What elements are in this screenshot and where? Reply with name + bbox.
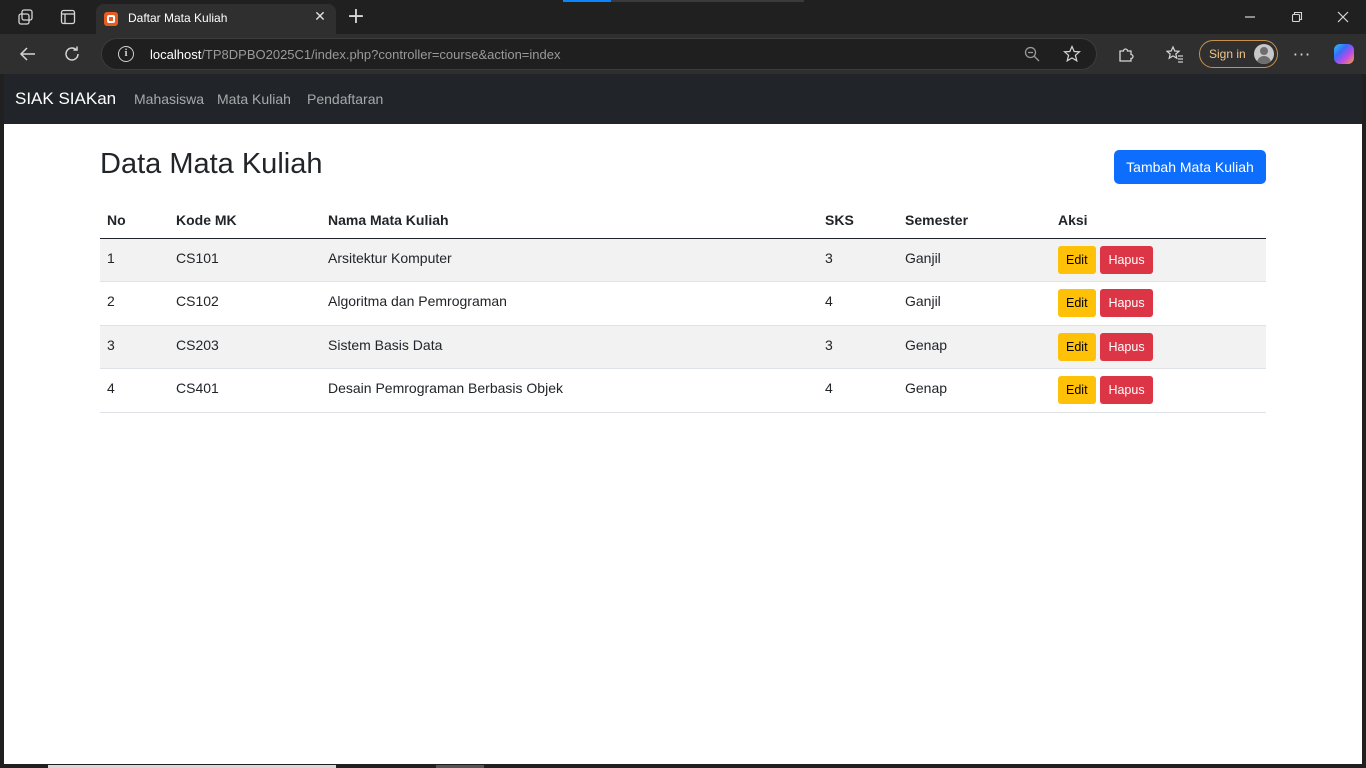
zoom-out-icon[interactable]	[1023, 45, 1041, 63]
cell-nama: Desain Pemrograman Berbasis Objek	[321, 368, 818, 413]
cell-actions: Edit Hapus	[1051, 281, 1266, 326]
browser-tab-strip: Daftar Mata Kuliah ✕ +	[0, 0, 1366, 34]
cell-nama: Sistem Basis Data	[321, 325, 818, 369]
minimize-icon[interactable]	[1240, 8, 1260, 26]
table-row: 2 CS102 Algoritma dan Pemrograman 4 Ganj…	[100, 281, 1266, 326]
cell-sks: 4	[818, 368, 898, 413]
cell-sks: 4	[818, 281, 898, 326]
copilot-icon[interactable]	[1334, 44, 1354, 64]
nav-link-mata-kuliah[interactable]: Mata Kuliah	[217, 91, 291, 107]
cell-kode: CS101	[169, 238, 321, 282]
header-aksi: Aksi	[1051, 202, 1266, 239]
restore-icon[interactable]	[1287, 8, 1307, 26]
cell-semester: Ganjil	[898, 281, 1051, 326]
table-header-row: No Kode MK Nama Mata Kuliah SKS Semester…	[100, 202, 1266, 239]
delete-button[interactable]: Hapus	[1100, 245, 1153, 274]
edit-button[interactable]: Edit	[1058, 376, 1096, 404]
nav-link-mahasiswa[interactable]: Mahasiswa	[134, 91, 204, 107]
refresh-icon[interactable]	[61, 43, 83, 65]
browser-toolbar: i localhost/TP8DPBO2025C1/index.php?cont…	[0, 34, 1366, 74]
more-icon[interactable]: ···	[1291, 44, 1313, 64]
tab-actions-icon[interactable]	[58, 7, 78, 27]
cell-actions: Edit Hapus	[1051, 368, 1266, 413]
cell-kode: CS401	[169, 368, 321, 413]
add-course-button[interactable]: Tambah Mata Kuliah	[1114, 150, 1266, 184]
header-sks: SKS	[818, 202, 898, 239]
header-no: No	[100, 202, 169, 239]
cell-no: 4	[100, 368, 169, 413]
navbar-brand[interactable]: SIAK SIAKan	[15, 89, 116, 109]
cell-actions: Edit Hapus	[1051, 238, 1266, 282]
header-kode-mk: Kode MK	[169, 202, 321, 239]
cell-semester: Genap	[898, 325, 1051, 369]
favorites-icon[interactable]	[1164, 44, 1186, 64]
close-window-icon[interactable]	[1333, 8, 1353, 26]
cell-semester: Ganjil	[898, 238, 1051, 282]
sign-in-button[interactable]: Sign in	[1199, 40, 1278, 68]
navbar: SIAK SIAKan Mahasiswa Mata Kuliah Pendaf…	[4, 74, 1362, 124]
delete-button[interactable]: Hapus	[1100, 332, 1153, 361]
active-tab[interactable]: Daftar Mata Kuliah ✕	[96, 4, 336, 34]
loading-indicator	[563, 0, 804, 2]
extensions-icon[interactable]	[1115, 44, 1137, 64]
new-tab-icon[interactable]: +	[346, 6, 366, 28]
course-table: No Kode MK Nama Mata Kuliah SKS Semester…	[100, 202, 1266, 413]
edit-button[interactable]: Edit	[1058, 332, 1096, 361]
cell-nama: Arsitektur Komputer	[321, 238, 818, 282]
nav-link-pendaftaran[interactable]: Pendaftaran	[307, 91, 383, 107]
close-icon[interactable]: ✕	[312, 9, 328, 25]
cell-no: 1	[100, 238, 169, 282]
table-row: 4 CS401 Desain Pemrograman Berbasis Obje…	[100, 368, 1266, 413]
delete-button[interactable]: Hapus	[1100, 289, 1153, 317]
avatar-icon	[1254, 44, 1274, 64]
cell-no: 3	[100, 325, 169, 369]
table-row: 3 CS203 Sistem Basis Data 3 Genap Edit H…	[100, 325, 1266, 369]
xampp-favicon-icon	[104, 12, 118, 26]
cell-semester: Genap	[898, 368, 1051, 413]
tab-title: Daftar Mata Kuliah	[128, 11, 228, 25]
bottom-strip	[0, 764, 1366, 768]
page-title: Data Mata Kuliah	[100, 148, 323, 180]
cell-no: 2	[100, 281, 169, 326]
favorite-star-icon[interactable]	[1063, 45, 1081, 63]
cell-nama: Algoritma dan Pemrograman	[321, 281, 818, 326]
cell-sks: 3	[818, 325, 898, 369]
cell-actions: Edit Hapus	[1051, 325, 1266, 369]
edit-button[interactable]: Edit	[1058, 289, 1096, 317]
header-nama-mata-kuliah: Nama Mata Kuliah	[321, 202, 818, 239]
cell-sks: 3	[818, 238, 898, 282]
back-icon[interactable]	[17, 43, 39, 65]
url-text[interactable]: localhost/TP8DPBO2025C1/index.php?contro…	[150, 47, 560, 62]
table-row: 1 CS101 Arsitektur Komputer 3 Ganjil Edi…	[100, 238, 1266, 282]
address-bar[interactable]: i localhost/TP8DPBO2025C1/index.php?cont…	[101, 38, 1097, 70]
page-viewport: SIAK SIAKan Mahasiswa Mata Kuliah Pendaf…	[4, 74, 1362, 764]
cell-kode: CS102	[169, 281, 321, 326]
cell-kode: CS203	[169, 325, 321, 369]
info-icon[interactable]: i	[118, 46, 134, 62]
edit-button[interactable]: Edit	[1058, 245, 1096, 274]
workspaces-icon[interactable]	[16, 7, 36, 27]
delete-button[interactable]: Hapus	[1100, 376, 1153, 404]
header-semester: Semester	[898, 202, 1051, 239]
